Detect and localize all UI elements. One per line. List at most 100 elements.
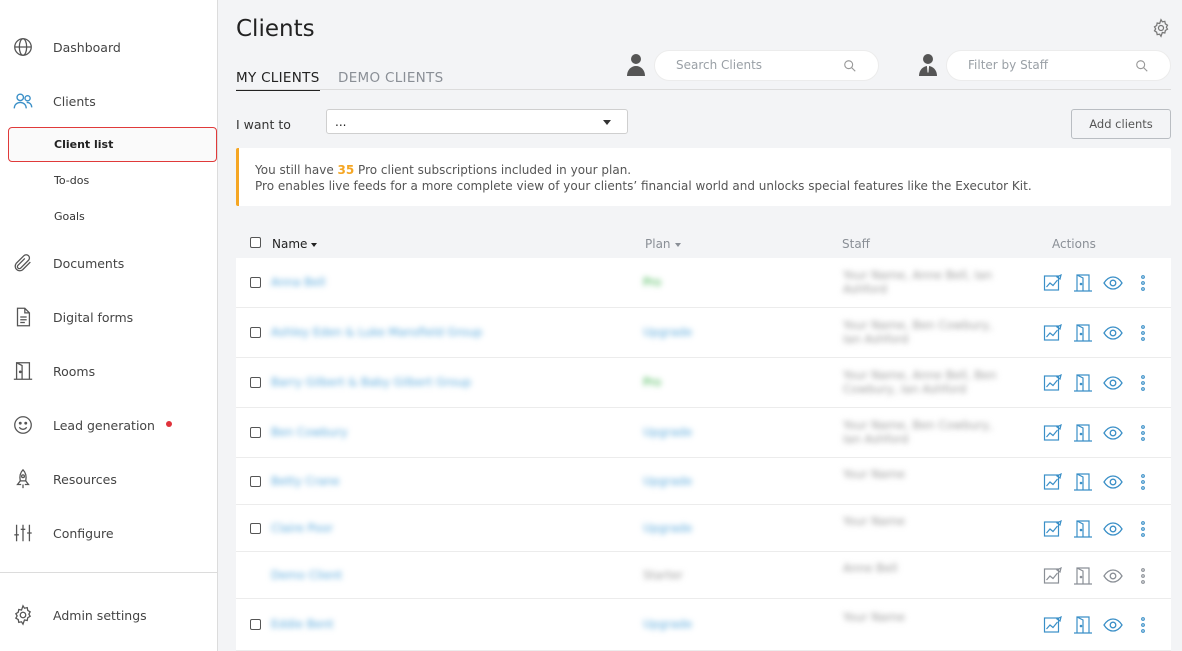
client-plan[interactable]: Pro: [643, 375, 661, 389]
room-door-icon[interactable]: [1073, 274, 1093, 292]
sidebar-subitem-todos[interactable]: To-dos: [0, 166, 217, 196]
report-icon[interactable]: [1043, 567, 1063, 585]
add-clients-button[interactable]: Add clients: [1071, 109, 1171, 139]
sidebar-item-admin-settings[interactable]: Admin settings: [0, 595, 217, 635]
eye-icon[interactable]: [1103, 374, 1123, 392]
column-header-staff: Staff: [842, 237, 870, 251]
iwant-dropdown[interactable]: ...: [326, 109, 628, 134]
table-row[interactable]: Barry Gilbert & Baby Gilbert Group Pro You…: [236, 358, 1171, 408]
client-plan[interactable]: Upgrade: [643, 325, 692, 339]
client-plan[interactable]: Upgrade: [643, 425, 692, 439]
filter-staff-field[interactable]: [946, 50, 1171, 81]
row-actions: [1043, 520, 1153, 538]
row-checkbox[interactable]: [250, 277, 261, 288]
room-door-icon[interactable]: [1073, 324, 1093, 342]
client-plan[interactable]: Upgrade: [643, 474, 692, 488]
people-icon: [12, 90, 34, 112]
tab-demo-clients[interactable]: DEMO CLIENTS: [338, 70, 443, 89]
room-door-icon[interactable]: [1073, 374, 1093, 392]
column-header-name[interactable]: Name: [272, 237, 318, 251]
report-icon[interactable]: [1043, 520, 1063, 538]
more-vertical-icon[interactable]: [1133, 616, 1153, 634]
row-checkbox[interactable]: [250, 619, 261, 630]
client-name-link[interactable]: Barry Gilbert & Baby Gilbert Group: [271, 375, 471, 389]
table-row[interactable]: Betty Crane Upgrade Your Name: [236, 458, 1171, 505]
select-all-checkbox[interactable]: [250, 237, 261, 248]
table-row[interactable]: Ben Cowbury Upgrade Your Name, Ben Cowbury…: [236, 408, 1171, 458]
table-row[interactable]: Ashley Eden & Luke Mansfield Group Upgrad…: [236, 308, 1171, 358]
eye-icon[interactable]: [1103, 324, 1123, 342]
client-name-link[interactable]: Claire Poor: [271, 521, 333, 535]
row-checkbox[interactable]: [250, 523, 261, 534]
search-icon[interactable]: [843, 59, 857, 73]
table-row[interactable]: Demo Client Starter Anne Bell: [236, 552, 1171, 599]
report-icon[interactable]: [1043, 473, 1063, 491]
more-vertical-icon[interactable]: [1133, 424, 1153, 442]
sidebar-item-label: Documents: [53, 255, 125, 271]
eye-icon[interactable]: [1103, 424, 1123, 442]
client-name-link[interactable]: Ashley Eden & Luke Mansfield Group: [271, 325, 482, 339]
sidebar-divider: [0, 572, 217, 573]
row-checkbox[interactable]: [250, 377, 261, 388]
search-clients-field[interactable]: [654, 50, 879, 81]
sidebar-item-lead-generation[interactable]: Lead generation: [0, 405, 217, 445]
client-plan[interactable]: Starter: [643, 568, 683, 582]
more-vertical-icon[interactable]: [1133, 374, 1153, 392]
person-icon: [626, 53, 646, 77]
more-vertical-icon[interactable]: [1133, 473, 1153, 491]
room-door-icon[interactable]: [1073, 424, 1093, 442]
report-icon[interactable]: [1043, 616, 1063, 634]
client-plan[interactable]: Pro: [643, 275, 661, 289]
eye-icon[interactable]: [1103, 520, 1123, 538]
report-icon[interactable]: [1043, 274, 1063, 292]
sidebar-item-rooms[interactable]: Rooms: [0, 351, 217, 391]
globe-icon: [12, 36, 34, 58]
client-plan[interactable]: Upgrade: [643, 521, 692, 535]
sidebar-item-digital-forms[interactable]: Digital forms: [0, 297, 217, 337]
search-icon[interactable]: [1135, 59, 1149, 73]
sidebar-item-label: Resources: [53, 471, 117, 487]
room-door-icon[interactable]: [1073, 520, 1093, 538]
client-name-link[interactable]: Eddie Bent: [271, 617, 334, 631]
page-settings-gear-icon[interactable]: [1151, 18, 1171, 38]
client-name-link[interactable]: Demo Client: [271, 568, 342, 582]
sidebar-subitem-goals[interactable]: Goals: [0, 202, 217, 232]
client-name-link[interactable]: Anna Bell: [271, 275, 326, 289]
sidebar-item-resources[interactable]: Resources: [0, 459, 217, 499]
eye-icon[interactable]: [1103, 274, 1123, 292]
sidebar-item-documents[interactable]: Documents: [0, 243, 217, 283]
tab-my-clients[interactable]: MY CLIENTS: [236, 70, 320, 91]
report-icon[interactable]: [1043, 424, 1063, 442]
sidebar-subitem-client-list[interactable]: Client list: [0, 127, 217, 162]
room-door-icon[interactable]: [1073, 473, 1093, 491]
room-door-icon[interactable]: [1073, 567, 1093, 585]
room-door-icon[interactable]: [1073, 616, 1093, 634]
sidebar-item-configure[interactable]: Configure: [0, 513, 217, 553]
more-vertical-icon[interactable]: [1133, 567, 1153, 585]
row-checkbox[interactable]: [250, 427, 261, 438]
table-row[interactable]: Claire Poor Upgrade Your Name: [236, 505, 1171, 552]
client-plan[interactable]: Upgrade: [643, 617, 692, 631]
staff-filter-input[interactable]: [968, 58, 1118, 72]
sidebar-item-dashboard[interactable]: Dashboard: [0, 27, 217, 67]
search-input[interactable]: [676, 58, 826, 72]
sort-down-icon: [674, 242, 681, 247]
column-header-plan[interactable]: Plan: [645, 237, 681, 251]
client-name-link[interactable]: Ben Cowbury: [271, 425, 348, 439]
report-icon[interactable]: [1043, 374, 1063, 392]
row-checkbox[interactable]: [250, 476, 261, 487]
row-checkbox[interactable]: [250, 327, 261, 338]
eye-icon[interactable]: [1103, 616, 1123, 634]
sidebar-item-clients[interactable]: Clients: [0, 81, 217, 121]
sidebar-item-label: Rooms: [53, 363, 96, 379]
client-staff: Your Name, Ben Cowbury, Ian Ashford: [843, 318, 993, 346]
more-vertical-icon[interactable]: [1133, 324, 1153, 342]
more-vertical-icon[interactable]: [1133, 274, 1153, 292]
report-icon[interactable]: [1043, 324, 1063, 342]
eye-icon[interactable]: [1103, 567, 1123, 585]
table-row[interactable]: Eddie Bent Upgrade Your Name: [236, 599, 1171, 651]
more-vertical-icon[interactable]: [1133, 520, 1153, 538]
client-name-link[interactable]: Betty Crane: [271, 474, 340, 488]
table-row[interactable]: Anna Bell Pro Your Name, Anne Bell, Ian As…: [236, 258, 1171, 308]
eye-icon[interactable]: [1103, 473, 1123, 491]
